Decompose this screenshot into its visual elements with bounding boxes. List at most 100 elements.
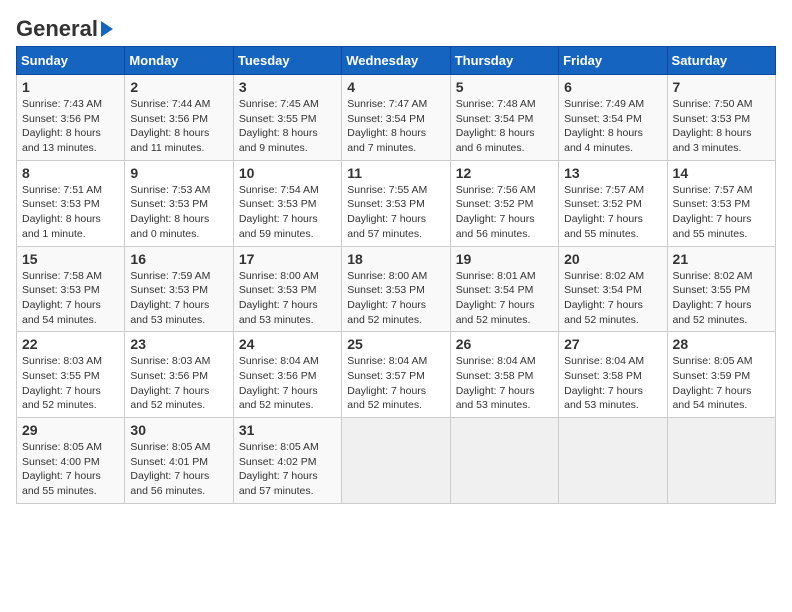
calendar-cell: 4 Sunrise: 7:47 AMSunset: 3:54 PMDayligh… — [342, 75, 450, 161]
calendar-week-row: 1 Sunrise: 7:43 AMSunset: 3:56 PMDayligh… — [17, 75, 776, 161]
day-number: 9 — [130, 165, 227, 181]
day-number: 20 — [564, 251, 661, 267]
day-info: Sunrise: 7:53 AMSunset: 3:53 PMDaylight:… — [130, 184, 210, 240]
calendar-cell: 30 Sunrise: 8:05 AMSunset: 4:01 PMDaylig… — [125, 418, 233, 504]
calendar-week-row: 29 Sunrise: 8:05 AMSunset: 4:00 PMDaylig… — [17, 418, 776, 504]
logo: General — [16, 16, 113, 38]
day-number: 14 — [673, 165, 770, 181]
weekday-header: Sunday — [17, 47, 125, 75]
day-number: 17 — [239, 251, 336, 267]
calendar-cell: 18 Sunrise: 8:00 AMSunset: 3:53 PMDaylig… — [342, 246, 450, 332]
day-info: Sunrise: 8:00 AMSunset: 3:53 PMDaylight:… — [239, 270, 319, 326]
day-info: Sunrise: 7:43 AMSunset: 3:56 PMDaylight:… — [22, 98, 102, 154]
calendar-cell — [450, 418, 558, 504]
day-number: 19 — [456, 251, 553, 267]
day-number: 28 — [673, 336, 770, 352]
day-number: 22 — [22, 336, 119, 352]
day-info: Sunrise: 8:03 AMSunset: 3:55 PMDaylight:… — [22, 355, 102, 411]
day-number: 1 — [22, 79, 119, 95]
day-number: 5 — [456, 79, 553, 95]
day-info: Sunrise: 7:54 AMSunset: 3:53 PMDaylight:… — [239, 184, 319, 240]
weekday-header: Wednesday — [342, 47, 450, 75]
day-number: 27 — [564, 336, 661, 352]
day-info: Sunrise: 7:55 AMSunset: 3:53 PMDaylight:… — [347, 184, 427, 240]
day-number: 7 — [673, 79, 770, 95]
page-header: General — [16, 16, 776, 38]
day-info: Sunrise: 8:05 AMSunset: 4:02 PMDaylight:… — [239, 441, 319, 497]
weekday-header: Monday — [125, 47, 233, 75]
day-info: Sunrise: 7:57 AMSunset: 3:52 PMDaylight:… — [564, 184, 644, 240]
calendar-cell: 21 Sunrise: 8:02 AMSunset: 3:55 PMDaylig… — [667, 246, 775, 332]
calendar-cell: 2 Sunrise: 7:44 AMSunset: 3:56 PMDayligh… — [125, 75, 233, 161]
calendar-cell: 26 Sunrise: 8:04 AMSunset: 3:58 PMDaylig… — [450, 332, 558, 418]
calendar-cell: 17 Sunrise: 8:00 AMSunset: 3:53 PMDaylig… — [233, 246, 341, 332]
day-info: Sunrise: 8:01 AMSunset: 3:54 PMDaylight:… — [456, 270, 536, 326]
day-info: Sunrise: 8:05 AMSunset: 3:59 PMDaylight:… — [673, 355, 753, 411]
day-number: 31 — [239, 422, 336, 438]
weekday-header: Friday — [559, 47, 667, 75]
calendar-cell: 27 Sunrise: 8:04 AMSunset: 3:58 PMDaylig… — [559, 332, 667, 418]
calendar-cell: 31 Sunrise: 8:05 AMSunset: 4:02 PMDaylig… — [233, 418, 341, 504]
logo-arrow-icon — [101, 21, 113, 37]
day-info: Sunrise: 7:57 AMSunset: 3:53 PMDaylight:… — [673, 184, 753, 240]
day-info: Sunrise: 8:04 AMSunset: 3:56 PMDaylight:… — [239, 355, 319, 411]
calendar-cell: 14 Sunrise: 7:57 AMSunset: 3:53 PMDaylig… — [667, 160, 775, 246]
calendar-cell: 7 Sunrise: 7:50 AMSunset: 3:53 PMDayligh… — [667, 75, 775, 161]
weekday-header: Thursday — [450, 47, 558, 75]
calendar-cell: 19 Sunrise: 8:01 AMSunset: 3:54 PMDaylig… — [450, 246, 558, 332]
day-number: 24 — [239, 336, 336, 352]
calendar-cell: 3 Sunrise: 7:45 AMSunset: 3:55 PMDayligh… — [233, 75, 341, 161]
calendar-cell: 1 Sunrise: 7:43 AMSunset: 3:56 PMDayligh… — [17, 75, 125, 161]
day-number: 21 — [673, 251, 770, 267]
day-info: Sunrise: 8:05 AMSunset: 4:00 PMDaylight:… — [22, 441, 102, 497]
day-number: 18 — [347, 251, 444, 267]
calendar-cell — [667, 418, 775, 504]
day-info: Sunrise: 7:58 AMSunset: 3:53 PMDaylight:… — [22, 270, 102, 326]
calendar-cell: 24 Sunrise: 8:04 AMSunset: 3:56 PMDaylig… — [233, 332, 341, 418]
calendar-cell: 20 Sunrise: 8:02 AMSunset: 3:54 PMDaylig… — [559, 246, 667, 332]
day-number: 13 — [564, 165, 661, 181]
day-number: 11 — [347, 165, 444, 181]
day-info: Sunrise: 7:49 AMSunset: 3:54 PMDaylight:… — [564, 98, 644, 154]
day-number: 4 — [347, 79, 444, 95]
calendar-cell: 23 Sunrise: 8:03 AMSunset: 3:56 PMDaylig… — [125, 332, 233, 418]
day-info: Sunrise: 7:56 AMSunset: 3:52 PMDaylight:… — [456, 184, 536, 240]
calendar-week-row: 22 Sunrise: 8:03 AMSunset: 3:55 PMDaylig… — [17, 332, 776, 418]
calendar-cell — [342, 418, 450, 504]
day-info: Sunrise: 7:45 AMSunset: 3:55 PMDaylight:… — [239, 98, 319, 154]
day-info: Sunrise: 8:02 AMSunset: 3:54 PMDaylight:… — [564, 270, 644, 326]
calendar-cell — [559, 418, 667, 504]
day-info: Sunrise: 8:00 AMSunset: 3:53 PMDaylight:… — [347, 270, 427, 326]
calendar-cell: 15 Sunrise: 7:58 AMSunset: 3:53 PMDaylig… — [17, 246, 125, 332]
day-number: 6 — [564, 79, 661, 95]
calendar-week-row: 8 Sunrise: 7:51 AMSunset: 3:53 PMDayligh… — [17, 160, 776, 246]
calendar-cell: 8 Sunrise: 7:51 AMSunset: 3:53 PMDayligh… — [17, 160, 125, 246]
calendar-cell: 28 Sunrise: 8:05 AMSunset: 3:59 PMDaylig… — [667, 332, 775, 418]
weekday-header-row: SundayMondayTuesdayWednesdayThursdayFrid… — [17, 47, 776, 75]
calendar-body: 1 Sunrise: 7:43 AMSunset: 3:56 PMDayligh… — [17, 75, 776, 504]
day-number: 26 — [456, 336, 553, 352]
calendar-cell: 22 Sunrise: 8:03 AMSunset: 3:55 PMDaylig… — [17, 332, 125, 418]
calendar-cell: 25 Sunrise: 8:04 AMSunset: 3:57 PMDaylig… — [342, 332, 450, 418]
day-info: Sunrise: 8:04 AMSunset: 3:58 PMDaylight:… — [456, 355, 536, 411]
calendar-cell: 13 Sunrise: 7:57 AMSunset: 3:52 PMDaylig… — [559, 160, 667, 246]
calendar-cell: 16 Sunrise: 7:59 AMSunset: 3:53 PMDaylig… — [125, 246, 233, 332]
day-info: Sunrise: 7:51 AMSunset: 3:53 PMDaylight:… — [22, 184, 102, 240]
day-info: Sunrise: 7:50 AMSunset: 3:53 PMDaylight:… — [673, 98, 753, 154]
day-info: Sunrise: 7:44 AMSunset: 3:56 PMDaylight:… — [130, 98, 210, 154]
day-number: 16 — [130, 251, 227, 267]
day-info: Sunrise: 8:02 AMSunset: 3:55 PMDaylight:… — [673, 270, 753, 326]
day-info: Sunrise: 7:48 AMSunset: 3:54 PMDaylight:… — [456, 98, 536, 154]
calendar-cell: 9 Sunrise: 7:53 AMSunset: 3:53 PMDayligh… — [125, 160, 233, 246]
day-number: 23 — [130, 336, 227, 352]
calendar-cell: 12 Sunrise: 7:56 AMSunset: 3:52 PMDaylig… — [450, 160, 558, 246]
day-number: 2 — [130, 79, 227, 95]
day-number: 3 — [239, 79, 336, 95]
calendar-table: SundayMondayTuesdayWednesdayThursdayFrid… — [16, 46, 776, 504]
day-info: Sunrise: 8:05 AMSunset: 4:01 PMDaylight:… — [130, 441, 210, 497]
day-number: 25 — [347, 336, 444, 352]
weekday-header: Saturday — [667, 47, 775, 75]
day-info: Sunrise: 8:04 AMSunset: 3:57 PMDaylight:… — [347, 355, 427, 411]
calendar-cell: 6 Sunrise: 7:49 AMSunset: 3:54 PMDayligh… — [559, 75, 667, 161]
day-info: Sunrise: 8:03 AMSunset: 3:56 PMDaylight:… — [130, 355, 210, 411]
